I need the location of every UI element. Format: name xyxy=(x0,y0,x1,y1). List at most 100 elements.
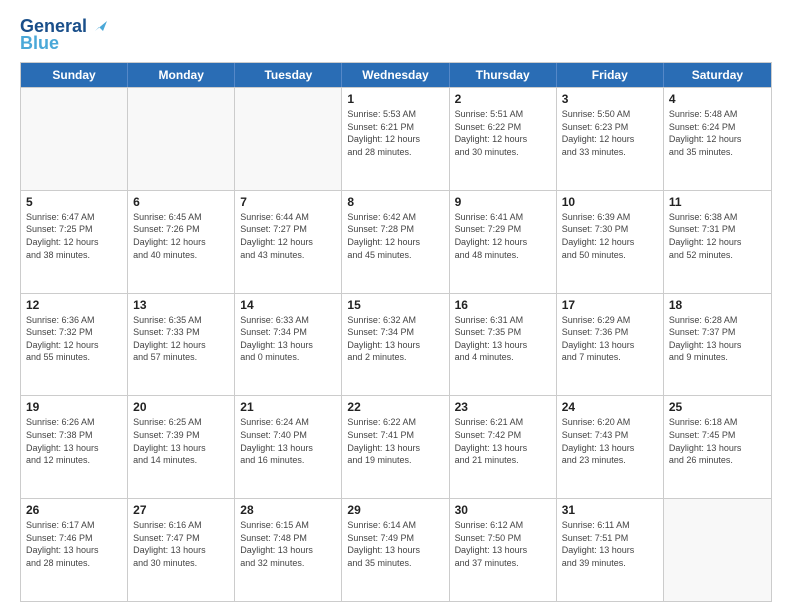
day-number: 1 xyxy=(347,92,443,106)
calendar-cell: 18 Sunrise: 6:28 AM Sunset: 7:37 PM Dayli… xyxy=(664,294,771,396)
calendar-cell: 7Sunrise: 6:44 AM Sunset: 7:27 PM Daylig… xyxy=(235,191,342,293)
calendar-cell: 14 Sunrise: 6:33 AM Sunset: 7:34 PM Dayli… xyxy=(235,294,342,396)
day-info: Sunrise: 6:32 AM Sunset: 7:34 PM Dayligh… xyxy=(347,314,443,364)
weekday-header: Friday xyxy=(557,63,664,87)
calendar-cell: 11Sunrise: 6:38 AM Sunset: 7:31 PM Dayli… xyxy=(664,191,771,293)
day-number: 20 xyxy=(133,400,229,414)
weekday-header: Monday xyxy=(128,63,235,87)
calendar-row: 5 Sunrise: 6:47 AM Sunset: 7:25 PM Daylig… xyxy=(21,190,771,293)
calendar-cell: 27 Sunrise: 6:16 AM Sunset: 7:47 PM Dayli… xyxy=(128,499,235,601)
day-number: 14 xyxy=(240,298,336,312)
day-number: 21 xyxy=(240,400,336,414)
day-info: Sunrise: 6:22 AM Sunset: 7:41 PM Dayligh… xyxy=(347,416,443,466)
calendar-row: 12 Sunrise: 6:36 AM Sunset: 7:32 PM Dayli… xyxy=(21,293,771,396)
day-number: 28 xyxy=(240,503,336,517)
day-info: Sunrise: 5:50 AM Sunset: 6:23 PM Dayligh… xyxy=(562,108,658,158)
day-number: 8 xyxy=(347,195,443,209)
calendar-cell: 22 Sunrise: 6:22 AM Sunset: 7:41 PM Dayli… xyxy=(342,396,449,498)
day-info: Sunrise: 6:16 AM Sunset: 7:47 PM Dayligh… xyxy=(133,519,229,569)
day-number: 23 xyxy=(455,400,551,414)
day-info: Sunrise: 6:21 AM Sunset: 7:42 PM Dayligh… xyxy=(455,416,551,466)
calendar-row: 1 Sunrise: 5:53 AM Sunset: 6:21 PM Daylig… xyxy=(21,87,771,190)
day-info: Sunrise: 6:25 AM Sunset: 7:39 PM Dayligh… xyxy=(133,416,229,466)
weekday-header: Wednesday xyxy=(342,63,449,87)
logo-blue: Blue xyxy=(20,33,59,54)
calendar-cell: 23 Sunrise: 6:21 AM Sunset: 7:42 PM Dayli… xyxy=(450,396,557,498)
day-number: 16 xyxy=(455,298,551,312)
calendar-cell: 13Sunrise: 6:35 AM Sunset: 7:33 PM Dayli… xyxy=(128,294,235,396)
calendar-cell: 20 Sunrise: 6:25 AM Sunset: 7:39 PM Dayli… xyxy=(128,396,235,498)
day-info: Sunrise: 6:20 AM Sunset: 7:43 PM Dayligh… xyxy=(562,416,658,466)
calendar-cell: 12 Sunrise: 6:36 AM Sunset: 7:32 PM Dayli… xyxy=(21,294,128,396)
calendar-cell: 1 Sunrise: 5:53 AM Sunset: 6:21 PM Daylig… xyxy=(342,88,449,190)
day-info: Sunrise: 6:33 AM Sunset: 7:34 PM Dayligh… xyxy=(240,314,336,364)
calendar-cell: 16 Sunrise: 6:31 AM Sunset: 7:35 PM Dayli… xyxy=(450,294,557,396)
weekday-header: Saturday xyxy=(664,63,771,87)
calendar-cell: 8 Sunrise: 6:42 AM Sunset: 7:28 PM Daylig… xyxy=(342,191,449,293)
day-info: Sunrise: 6:36 AM Sunset: 7:32 PM Dayligh… xyxy=(26,314,122,364)
day-number: 12 xyxy=(26,298,122,312)
calendar-cell: 17Sunrise: 6:29 AM Sunset: 7:36 PM Dayli… xyxy=(557,294,664,396)
day-info: Sunrise: 6:44 AM Sunset: 7:27 PM Dayligh… xyxy=(240,211,336,261)
day-number: 31 xyxy=(562,503,658,517)
day-info: Sunrise: 5:53 AM Sunset: 6:21 PM Dayligh… xyxy=(347,108,443,158)
calendar: SundayMondayTuesdayWednesdayThursdayFrid… xyxy=(20,62,772,602)
calendar-cell: 4Sunrise: 5:48 AM Sunset: 6:24 PM Daylig… xyxy=(664,88,771,190)
day-info: Sunrise: 6:15 AM Sunset: 7:48 PM Dayligh… xyxy=(240,519,336,569)
day-info: Sunrise: 6:47 AM Sunset: 7:25 PM Dayligh… xyxy=(26,211,122,261)
day-number: 18 xyxy=(669,298,766,312)
day-info: Sunrise: 6:41 AM Sunset: 7:29 PM Dayligh… xyxy=(455,211,551,261)
calendar-cell: 2 Sunrise: 5:51 AM Sunset: 6:22 PM Daylig… xyxy=(450,88,557,190)
calendar-cell xyxy=(664,499,771,601)
day-number: 19 xyxy=(26,400,122,414)
calendar-body: 1 Sunrise: 5:53 AM Sunset: 6:21 PM Daylig… xyxy=(21,87,771,601)
header: General Blue xyxy=(20,16,772,54)
calendar-row: 26 Sunrise: 6:17 AM Sunset: 7:46 PM Dayli… xyxy=(21,498,771,601)
day-info: Sunrise: 6:45 AM Sunset: 7:26 PM Dayligh… xyxy=(133,211,229,261)
day-number: 26 xyxy=(26,503,122,517)
calendar-header: SundayMondayTuesdayWednesdayThursdayFrid… xyxy=(21,63,771,87)
day-number: 13 xyxy=(133,298,229,312)
day-number: 15 xyxy=(347,298,443,312)
calendar-cell xyxy=(235,88,342,190)
day-info: Sunrise: 6:24 AM Sunset: 7:40 PM Dayligh… xyxy=(240,416,336,466)
day-info: Sunrise: 5:51 AM Sunset: 6:22 PM Dayligh… xyxy=(455,108,551,158)
calendar-cell xyxy=(128,88,235,190)
day-number: 2 xyxy=(455,92,551,106)
day-number: 30 xyxy=(455,503,551,517)
day-info: Sunrise: 6:18 AM Sunset: 7:45 PM Dayligh… xyxy=(669,416,766,466)
calendar-cell: 25 Sunrise: 6:18 AM Sunset: 7:45 PM Dayli… xyxy=(664,396,771,498)
weekday-header: Tuesday xyxy=(235,63,342,87)
day-info: Sunrise: 6:26 AM Sunset: 7:38 PM Dayligh… xyxy=(26,416,122,466)
day-number: 3 xyxy=(562,92,658,106)
logo: General Blue xyxy=(20,16,107,54)
calendar-cell: 3 Sunrise: 5:50 AM Sunset: 6:23 PM Daylig… xyxy=(557,88,664,190)
calendar-cell: 5 Sunrise: 6:47 AM Sunset: 7:25 PM Daylig… xyxy=(21,191,128,293)
day-info: Sunrise: 6:17 AM Sunset: 7:46 PM Dayligh… xyxy=(26,519,122,569)
day-info: Sunrise: 5:48 AM Sunset: 6:24 PM Dayligh… xyxy=(669,108,766,158)
calendar-cell: 10Sunrise: 6:39 AM Sunset: 7:30 PM Dayli… xyxy=(557,191,664,293)
calendar-cell: 19 Sunrise: 6:26 AM Sunset: 7:38 PM Dayli… xyxy=(21,396,128,498)
calendar-cell: 30 Sunrise: 6:12 AM Sunset: 7:50 PM Dayli… xyxy=(450,499,557,601)
calendar-cell: 28 Sunrise: 6:15 AM Sunset: 7:48 PM Dayli… xyxy=(235,499,342,601)
day-info: Sunrise: 6:28 AM Sunset: 7:37 PM Dayligh… xyxy=(669,314,766,364)
day-number: 27 xyxy=(133,503,229,517)
calendar-cell: 21 Sunrise: 6:24 AM Sunset: 7:40 PM Dayli… xyxy=(235,396,342,498)
day-number: 22 xyxy=(347,400,443,414)
day-number: 5 xyxy=(26,195,122,209)
calendar-row: 19 Sunrise: 6:26 AM Sunset: 7:38 PM Dayli… xyxy=(21,395,771,498)
calendar-cell: 6 Sunrise: 6:45 AM Sunset: 7:26 PM Daylig… xyxy=(128,191,235,293)
day-number: 9 xyxy=(455,195,551,209)
calendar-cell: 24Sunrise: 6:20 AM Sunset: 7:43 PM Dayli… xyxy=(557,396,664,498)
day-info: Sunrise: 6:12 AM Sunset: 7:50 PM Dayligh… xyxy=(455,519,551,569)
day-info: Sunrise: 6:29 AM Sunset: 7:36 PM Dayligh… xyxy=(562,314,658,364)
weekday-header: Thursday xyxy=(450,63,557,87)
day-number: 11 xyxy=(669,195,766,209)
day-info: Sunrise: 6:42 AM Sunset: 7:28 PM Dayligh… xyxy=(347,211,443,261)
calendar-cell: 31 Sunrise: 6:11 AM Sunset: 7:51 PM Dayli… xyxy=(557,499,664,601)
day-info: Sunrise: 6:31 AM Sunset: 7:35 PM Dayligh… xyxy=(455,314,551,364)
calendar-cell: 26 Sunrise: 6:17 AM Sunset: 7:46 PM Dayli… xyxy=(21,499,128,601)
day-number: 6 xyxy=(133,195,229,209)
day-number: 25 xyxy=(669,400,766,414)
day-info: Sunrise: 6:11 AM Sunset: 7:51 PM Dayligh… xyxy=(562,519,658,569)
